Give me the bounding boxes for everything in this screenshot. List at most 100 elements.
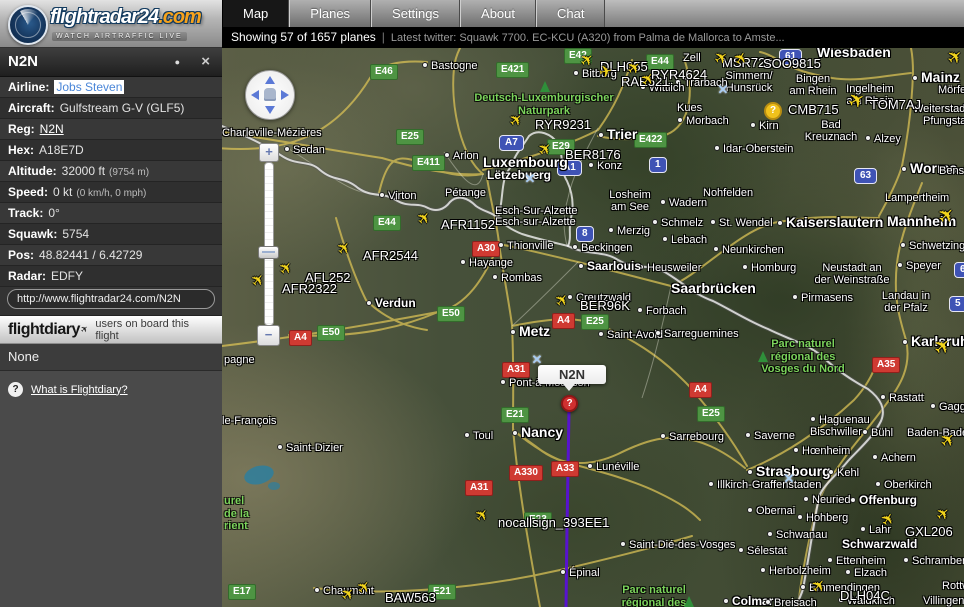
tab-about[interactable]: About — [460, 0, 536, 27]
road-badge-8: 8 — [576, 226, 594, 242]
field-value: 0° — [48, 206, 59, 220]
road-badge-a31: A31 — [502, 362, 530, 378]
place-oberkirch: Oberkirch — [875, 479, 932, 491]
town-dot — [578, 263, 584, 269]
place-offenburg: Offenburg — [850, 493, 917, 507]
plane-icon[interactable]: ✈ — [415, 209, 436, 230]
plane-icon[interactable]: ✈ — [943, 48, 964, 69]
place-morbach: Morbach — [677, 115, 729, 127]
callsign-ber8176[interactable]: BER8176 — [565, 147, 621, 162]
pan-right-icon[interactable] — [281, 90, 289, 100]
callsign-afr1152[interactable]: AFR1152 — [441, 217, 495, 232]
place-saarbr-cken: Saarbrücken — [671, 280, 756, 296]
callsign-afr2322[interactable]: AFR2322 — [282, 281, 337, 296]
field-label: Speed: — [8, 185, 48, 199]
callsign-ryr4624[interactable]: RYR4624 — [651, 67, 707, 82]
radar-logo-icon — [8, 5, 48, 45]
place-kaiserslautern: Kaiserslautern — [777, 214, 883, 230]
pan-down-icon[interactable] — [265, 106, 275, 114]
callsign-soo9815[interactable]: SOO9815 — [763, 56, 821, 71]
airport-x-icon[interactable]: ✕ — [784, 471, 795, 487]
callsign-cmb715[interactable]: CMB715 — [788, 102, 839, 117]
road-badge-6: 6 — [954, 262, 964, 278]
place-villingen: Villingen — [923, 595, 964, 607]
zoom-in-button[interactable]: + — [259, 143, 279, 162]
place-thionville: Thionville — [498, 240, 553, 252]
callsign-dlh04c[interactable]: DLH04C — [840, 588, 890, 603]
field-row-pos: Pos:48.82441 / 6.42729 — [0, 245, 222, 266]
what-is-flightdiary-link[interactable]: What is Flightdiary? — [31, 384, 128, 396]
place-sedan: Sedan — [284, 144, 325, 156]
plane-icon[interactable]: ✈ — [934, 505, 955, 526]
selected-aircraft-marker[interactable]: ? — [561, 395, 578, 412]
place-charleville-m-zi-res: Charleville-Mézières — [222, 127, 322, 139]
pan-hand-icon — [264, 88, 276, 101]
town-dot — [587, 463, 593, 469]
place-verdun: Verdun — [366, 296, 416, 310]
field-label: Radar: — [8, 269, 46, 283]
town-dot — [660, 433, 666, 439]
place-schwanau: Schwanau — [767, 529, 827, 541]
plane-icon[interactable]: ✈ — [277, 259, 298, 280]
flightdiary-tagline: users on board this flight — [95, 318, 214, 342]
place-saint-dizier: Saint-Dizier — [277, 442, 343, 454]
map-pan-control[interactable] — [245, 70, 295, 120]
flight-info-sidebar: N2N ● × Airline:Jobs StevenAircraft:Gulf… — [0, 48, 222, 607]
airport-x-icon[interactable]: ✕ — [525, 171, 536, 187]
callsign-ber96k[interactable]: BER96K — [580, 298, 630, 313]
field-label: Pos: — [8, 248, 34, 262]
field-value[interactable]: Jobs Steven — [54, 80, 124, 94]
callsign-baw563[interactable]: BAW563 — [385, 590, 436, 605]
town-dot — [793, 447, 799, 453]
sidebar-header: N2N ● × — [0, 48, 222, 77]
place-mainz: Mainz — [912, 69, 960, 85]
town-dot — [422, 62, 428, 68]
town-dot — [588, 162, 594, 168]
town-dot — [498, 242, 504, 248]
tab-map[interactable]: Map — [222, 0, 289, 27]
town-dot — [512, 430, 518, 436]
close-icon[interactable]: × — [201, 48, 210, 76]
tab-chat[interactable]: Chat — [536, 0, 605, 27]
zoom-slider-track[interactable] — [264, 162, 274, 326]
unknown-position-marker[interactable]: ? — [764, 102, 782, 120]
road-badge-a7: A7 — [499, 135, 524, 151]
flight-url-input[interactable] — [7, 289, 215, 309]
airport-x-icon[interactable]: ✕ — [718, 82, 729, 98]
flightdiary-users-value: None — [0, 344, 222, 371]
road-badge-a30: A30 — [472, 241, 500, 257]
callsign-gxl206[interactable]: GXL206 — [905, 524, 953, 539]
place-bingen-am-rhein: Bingenam Rhein — [789, 73, 836, 97]
pan-left-icon[interactable] — [251, 90, 259, 100]
tab-planes[interactable]: Planes — [289, 0, 371, 27]
town-dot — [792, 294, 798, 300]
callsign-afr2544[interactable]: AFR2544 — [363, 248, 418, 263]
town-dot — [560, 569, 566, 575]
town-dot — [845, 569, 851, 575]
town-dot — [723, 598, 729, 604]
callsign-ryr9231[interactable]: RYR9231 — [535, 117, 591, 132]
place-speyer: Speyer — [897, 260, 941, 272]
town-dot — [810, 416, 816, 422]
selected-flight-popup[interactable]: N2N — [538, 365, 606, 384]
flight-fields: Airline:Jobs StevenAircraft:Gulfstream G… — [0, 77, 222, 287]
callsign-nocallsign-393ee1[interactable]: nocallsign_393EE1 — [498, 515, 609, 530]
field-value[interactable]: N2N — [40, 122, 64, 136]
town-dot — [460, 259, 466, 265]
place-heusweiler: Heusweiler — [638, 262, 701, 274]
map-canvas[interactable]: E46E421E42E44E25E411E29E422E44E50E50E25E… — [222, 48, 964, 607]
brand-logo[interactable]: flightradar24.com — [50, 6, 201, 29]
place-wadern: Wadern — [660, 197, 707, 209]
town-dot — [777, 220, 783, 226]
minimize-icon[interactable]: ● — [175, 48, 180, 76]
flightdiary-logo: flightdiary — [8, 321, 80, 339]
pan-up-icon[interactable] — [265, 76, 275, 84]
town-dot — [464, 432, 470, 438]
plane-icon[interactable]: ✈ — [335, 239, 356, 260]
flightdiary-banner[interactable]: flightdiary✈ users on board this flight — [0, 316, 222, 344]
zoom-out-button[interactable]: − — [257, 325, 280, 346]
zoom-slider-handle[interactable] — [258, 246, 279, 259]
tab-settings[interactable]: Settings — [371, 0, 460, 27]
callsign-tom7aj[interactable]: TOM7AJ — [870, 97, 921, 112]
plane-icon[interactable]: ✈ — [473, 506, 494, 527]
